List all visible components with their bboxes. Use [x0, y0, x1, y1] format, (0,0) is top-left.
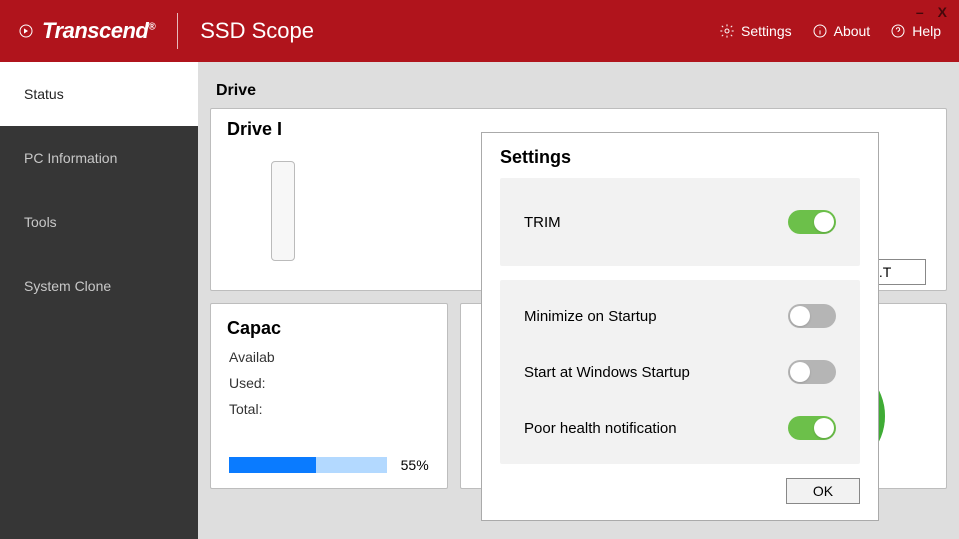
- sidebar: Status PC Information Tools System Clone: [0, 62, 198, 539]
- brand-name: Transcend®: [42, 18, 155, 44]
- brand-icon: [18, 23, 34, 39]
- header-actions: Settings About Help: [719, 23, 941, 39]
- capacity-available-label: Availab: [229, 349, 429, 365]
- settings-label: Settings: [741, 23, 792, 39]
- sidebar-item-label: System Clone: [24, 278, 111, 294]
- help-label: Help: [912, 23, 941, 39]
- logo-divider: [177, 13, 178, 49]
- sidebar-item-label: Tools: [24, 214, 57, 230]
- title-bar: – X Transcend® SSD Scope Settings About: [0, 0, 959, 62]
- sidebar-item-pc-info[interactable]: PC Information: [0, 126, 198, 190]
- minimize-button[interactable]: –: [916, 4, 924, 20]
- capacity-bar: 55%: [229, 454, 429, 476]
- help-icon: [890, 23, 906, 39]
- capacity-bar-used: [229, 457, 316, 473]
- settings-modal: Settings TRIM Minimize on Startup Start …: [481, 132, 879, 521]
- about-button[interactable]: About: [812, 23, 871, 39]
- sidebar-item-label: PC Information: [24, 150, 117, 166]
- help-button[interactable]: Help: [890, 23, 941, 39]
- capacity-body: Availab Used: Total:: [211, 343, 447, 433]
- ok-button[interactable]: OK: [786, 478, 860, 504]
- capacity-title: Capac: [211, 304, 447, 343]
- window-controls: – X: [916, 4, 947, 20]
- capacity-card: Capac Availab Used: Total: 55%: [210, 303, 448, 489]
- setting-label-trim: TRIM: [524, 214, 561, 231]
- brand-logo: Transcend®: [18, 18, 155, 44]
- capacity-bar-free: [316, 457, 387, 473]
- setting-label-minimize: Minimize on Startup: [524, 308, 657, 325]
- sidebar-item-label: Status: [24, 86, 64, 102]
- toggle-trim[interactable]: [788, 210, 836, 234]
- sidebar-item-status[interactable]: Status: [0, 62, 198, 126]
- settings-modal-footer: OK: [500, 478, 860, 504]
- settings-group-general: Minimize on Startup Start at Windows Sta…: [500, 280, 860, 464]
- app-title: SSD Scope: [200, 18, 314, 44]
- settings-button[interactable]: Settings: [719, 23, 792, 39]
- sidebar-item-system-clone[interactable]: System Clone: [0, 254, 198, 318]
- body: Status PC Information Tools System Clone…: [0, 62, 959, 539]
- setting-label-start-windows: Start at Windows Startup: [524, 364, 690, 381]
- toggle-poor-health[interactable]: [788, 416, 836, 440]
- toggle-minimize[interactable]: [788, 304, 836, 328]
- drive-section-label: Drive: [216, 82, 947, 100]
- capacity-total-label: Total:: [229, 401, 429, 417]
- settings-modal-title: Settings: [500, 147, 860, 168]
- settings-group-trim: TRIM: [500, 178, 860, 266]
- capacity-used-label: Used:: [229, 375, 429, 391]
- close-button[interactable]: X: [938, 4, 947, 20]
- capacity-percent: 55%: [401, 457, 429, 473]
- sidebar-item-tools[interactable]: Tools: [0, 190, 198, 254]
- ssd-icon: [271, 161, 295, 261]
- setting-row-minimize: Minimize on Startup: [500, 288, 860, 344]
- gear-icon: [719, 23, 735, 39]
- setting-row-trim: TRIM: [500, 186, 860, 258]
- toggle-start-windows[interactable]: [788, 360, 836, 384]
- setting-label-poor-health: Poor health notification: [524, 420, 677, 437]
- setting-row-start-windows: Start at Windows Startup: [500, 344, 860, 400]
- main-content: Drive Drive I 0S S.M.A.R.T Capac Availab…: [198, 62, 959, 539]
- info-icon: [812, 23, 828, 39]
- about-label: About: [834, 23, 871, 39]
- setting-row-poor-health: Poor health notification: [500, 400, 860, 456]
